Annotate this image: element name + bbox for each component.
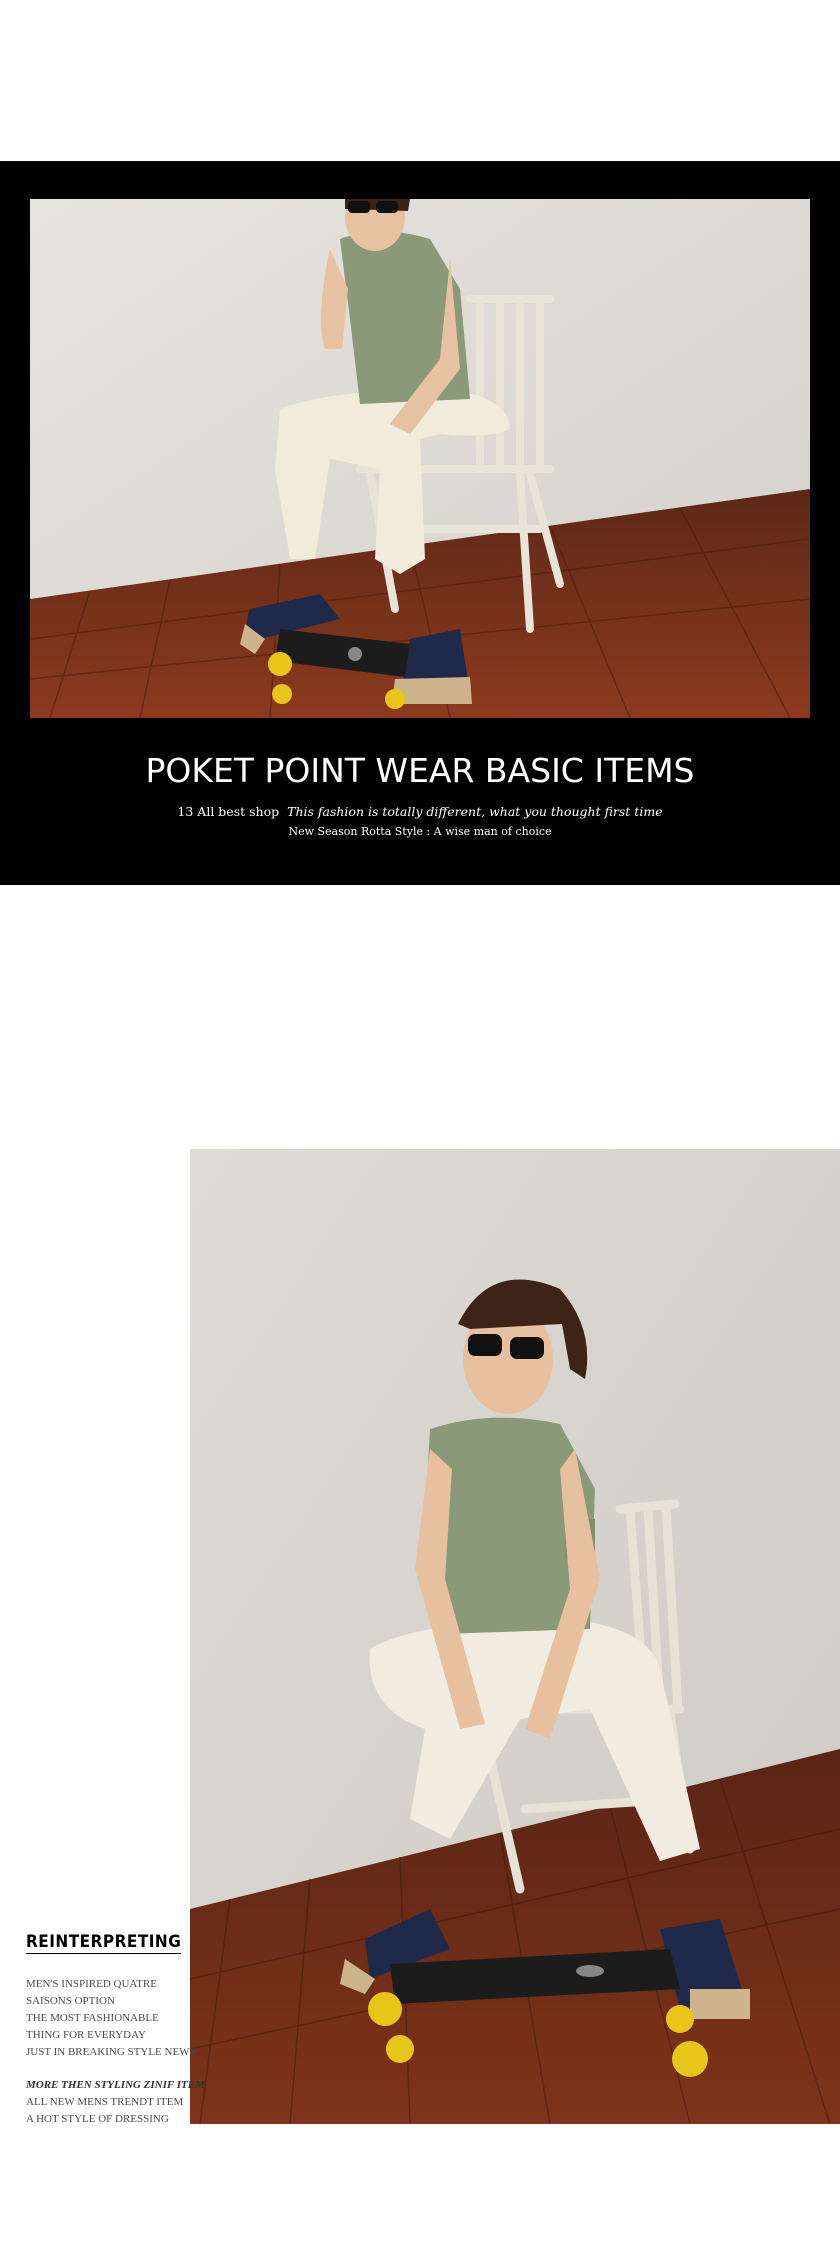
feature-emphasis-line: MORE THEN STYLING ZINIF ITEM xyxy=(26,2079,205,2091)
feature-photo[interactable] xyxy=(190,1149,840,2124)
hero-photo-image xyxy=(30,199,810,718)
feature-line: ALL NEW MENS TRENDT ITEM xyxy=(26,2096,184,2108)
feature-photo-image xyxy=(190,1149,840,2124)
feature-lines: MEN'S INSPIRED QUATRE SAISONS OPTION THE… xyxy=(26,1976,196,2061)
feature-line: JUST IN BREAKING STYLE NEWS xyxy=(26,2046,196,2058)
feature-line: A HOT STYLE OF DRESSING xyxy=(26,2113,169,2125)
hero-tagline: This fashion is totally different, what … xyxy=(287,804,663,819)
feature-line: SAISONS OPTION xyxy=(26,1995,115,2007)
hero-banner: POKET POINT WEAR BASIC ITEMS 13 All best… xyxy=(0,161,840,885)
hero-subline: 13 All best shop This fashion is totally … xyxy=(0,804,840,819)
hero-photo[interactable] xyxy=(30,199,810,718)
feature-line: THING FOR EVERYDAY xyxy=(26,2029,146,2041)
feature-heading: REINTERPRETING xyxy=(26,1932,182,1954)
shop-label: 13 All best shop xyxy=(177,804,280,819)
hero-subtitle: New Season Rotta Style : A wise man of c… xyxy=(288,825,552,838)
hero-title: POKET POINT WEAR BASIC ITEMS xyxy=(145,751,695,790)
feature-line: THE MOST FASHIONABLE xyxy=(26,2012,159,2024)
feature-lines-secondary: MORE THEN STYLING ZINIF ITEM ALL NEW MEN… xyxy=(26,2077,205,2128)
feature-line: MEN'S INSPIRED QUATRE xyxy=(26,1978,157,1990)
